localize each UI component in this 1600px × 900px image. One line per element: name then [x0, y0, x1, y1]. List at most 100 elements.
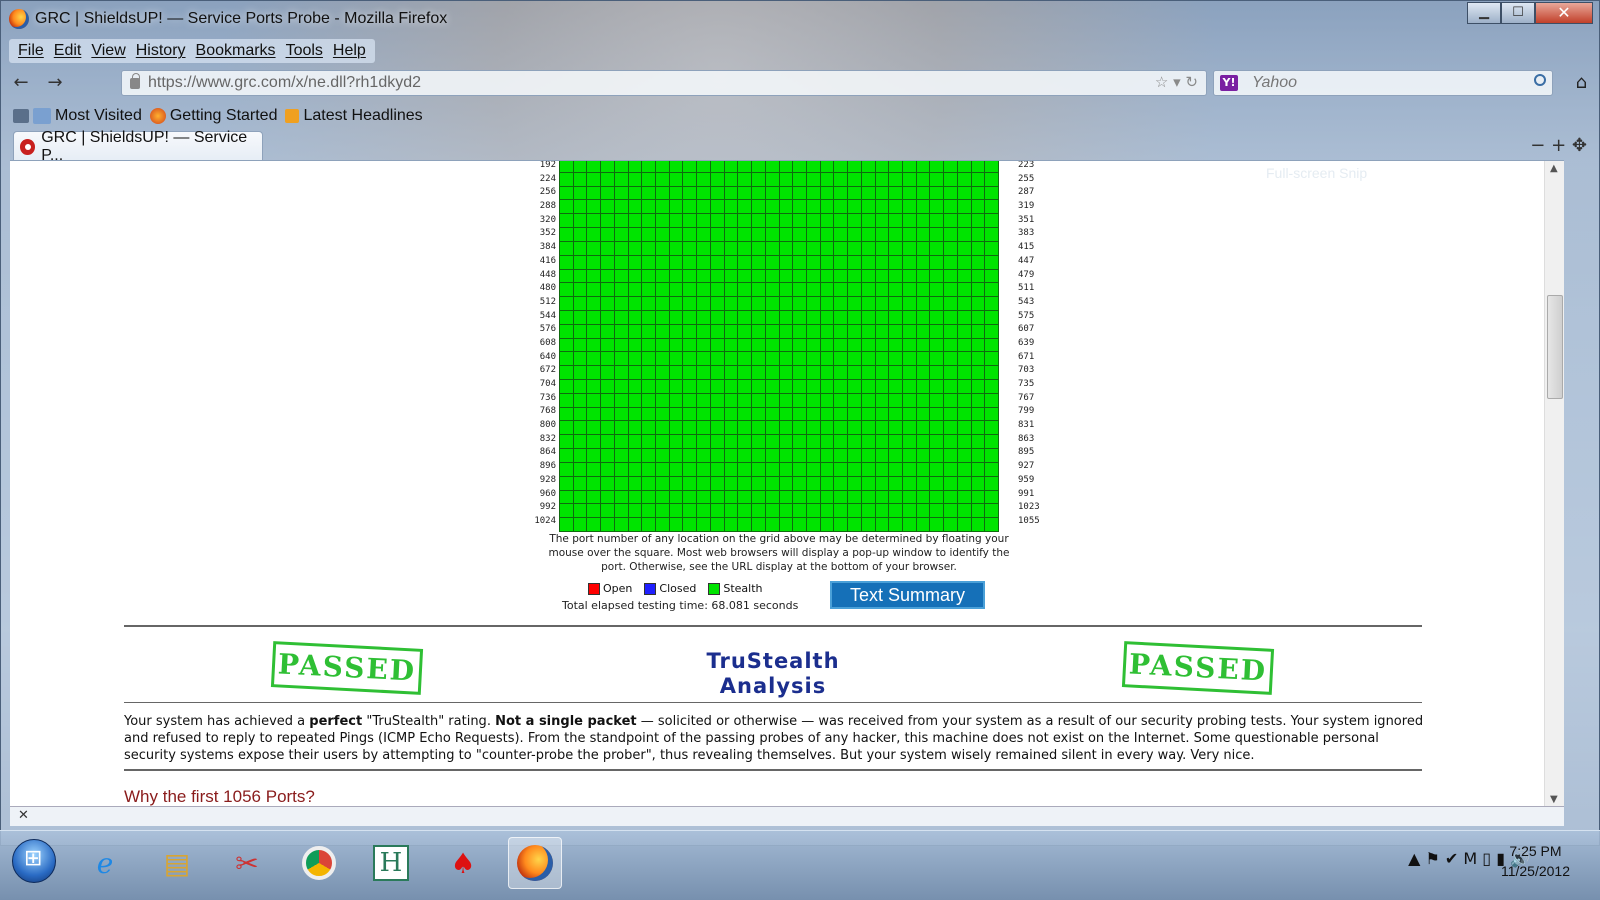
port-cell-stealth[interactable]: [683, 504, 697, 518]
port-cell-stealth[interactable]: [683, 228, 697, 241]
port-cell-stealth[interactable]: [724, 172, 738, 186]
port-cell-stealth[interactable]: [642, 366, 656, 379]
port-cell-stealth[interactable]: [916, 518, 930, 531]
port-cell-stealth[interactable]: [683, 269, 697, 283]
port-cell-stealth[interactable]: [861, 490, 875, 504]
port-cell-stealth[interactable]: [985, 324, 998, 338]
port-cell-stealth[interactable]: [697, 338, 710, 352]
port-cell-stealth[interactable]: [601, 186, 614, 200]
port-cell-stealth[interactable]: [601, 161, 614, 172]
port-cell-stealth[interactable]: [779, 241, 793, 255]
port-cell-stealth[interactable]: [587, 352, 601, 366]
port-cell-stealth[interactable]: [875, 518, 889, 531]
port-cell-stealth[interactable]: [861, 172, 875, 186]
port-cell-stealth[interactable]: [642, 241, 656, 255]
port-cell-stealth[interactable]: [710, 421, 724, 435]
port-cell-stealth[interactable]: [683, 393, 697, 407]
port-cell-stealth[interactable]: [916, 255, 930, 269]
port-cell-stealth[interactable]: [861, 310, 875, 324]
port-cell-stealth[interactable]: [587, 228, 601, 241]
port-cell-stealth[interactable]: [697, 283, 710, 297]
port-cell-stealth[interactable]: [779, 476, 793, 490]
port-cell-stealth[interactable]: [614, 421, 628, 435]
port-cell-stealth[interactable]: [902, 186, 916, 200]
port-cell-stealth[interactable]: [793, 421, 806, 435]
port-cell-stealth[interactable]: [820, 310, 834, 324]
port-cell-stealth[interactable]: [738, 449, 752, 462]
port-cell-stealth[interactable]: [710, 186, 724, 200]
port-cell-stealth[interactable]: [614, 352, 628, 366]
port-cell-stealth[interactable]: [642, 161, 656, 172]
port-cell-stealth[interactable]: [628, 504, 642, 518]
port-cell-stealth[interactable]: [710, 490, 724, 504]
port-cell-stealth[interactable]: [573, 310, 587, 324]
port-cell-stealth[interactable]: [902, 421, 916, 435]
port-cell-stealth[interactable]: [724, 269, 738, 283]
port-cell-stealth[interactable]: [985, 186, 998, 200]
port-cell-stealth[interactable]: [944, 393, 957, 407]
port-cell-stealth[interactable]: [642, 449, 656, 462]
port-cell-stealth[interactable]: [971, 186, 985, 200]
port-cell-stealth[interactable]: [779, 352, 793, 366]
port-cell-stealth[interactable]: [683, 338, 697, 352]
port-cell-stealth[interactable]: [683, 283, 697, 297]
port-cell-stealth[interactable]: [957, 504, 971, 518]
port-cell-stealth[interactable]: [587, 255, 601, 269]
port-cell-stealth[interactable]: [834, 297, 848, 310]
port-cell-stealth[interactable]: [738, 380, 752, 393]
port-cell-stealth[interactable]: [765, 228, 779, 241]
port-cell-stealth[interactable]: [683, 352, 697, 366]
port-cell-stealth[interactable]: [861, 255, 875, 269]
port-cell-stealth[interactable]: [916, 366, 930, 379]
port-cell-stealth[interactable]: [806, 449, 820, 462]
port-cell-stealth[interactable]: [971, 241, 985, 255]
port-cell-stealth[interactable]: [957, 324, 971, 338]
port-cell-stealth[interactable]: [656, 393, 669, 407]
port-cell-stealth[interactable]: [601, 504, 614, 518]
port-cell-stealth[interactable]: [614, 366, 628, 379]
port-cell-stealth[interactable]: [752, 352, 765, 366]
port-cell-stealth[interactable]: [944, 338, 957, 352]
port-cell-stealth[interactable]: [834, 283, 848, 297]
port-cell-stealth[interactable]: [765, 490, 779, 504]
port-cell-stealth[interactable]: [875, 476, 889, 490]
port-cell-stealth[interactable]: [738, 393, 752, 407]
port-cell-stealth[interactable]: [902, 462, 916, 476]
port-cell-stealth[interactable]: [614, 297, 628, 310]
port-cell-stealth[interactable]: [902, 214, 916, 228]
port-cell-stealth[interactable]: [889, 161, 902, 172]
port-cell-stealth[interactable]: [642, 255, 656, 269]
port-cell-stealth[interactable]: [642, 338, 656, 352]
port-cell-stealth[interactable]: [779, 324, 793, 338]
port-cell-stealth[interactable]: [752, 407, 765, 421]
port-cell-stealth[interactable]: [944, 269, 957, 283]
port-cell-stealth[interactable]: [971, 518, 985, 531]
port-cell-stealth[interactable]: [642, 172, 656, 186]
port-cell-stealth[interactable]: [642, 324, 656, 338]
port-cell-stealth[interactable]: [601, 476, 614, 490]
port-cell-stealth[interactable]: [628, 421, 642, 435]
port-cell-stealth[interactable]: [902, 338, 916, 352]
port-cell-stealth[interactable]: [957, 228, 971, 241]
port-cell-stealth[interactable]: [779, 407, 793, 421]
port-cell-stealth[interactable]: [587, 435, 601, 449]
port-cell-stealth[interactable]: [765, 269, 779, 283]
port-cell-stealth[interactable]: [765, 476, 779, 490]
port-cell-stealth[interactable]: [806, 283, 820, 297]
port-cell-stealth[interactable]: [820, 172, 834, 186]
port-cell-stealth[interactable]: [656, 324, 669, 338]
port-cell-stealth[interactable]: [560, 269, 573, 283]
port-cell-stealth[interactable]: [752, 366, 765, 379]
url-bar[interactable]: https://www.grc.com/x/ne.dll?rh1dkyd2 ☆ …: [121, 70, 1207, 96]
port-cell-stealth[interactable]: [916, 449, 930, 462]
port-cell-stealth[interactable]: [889, 255, 902, 269]
port-cell-stealth[interactable]: [848, 504, 861, 518]
port-cell-stealth[interactable]: [628, 476, 642, 490]
port-cell-stealth[interactable]: [875, 421, 889, 435]
port-cell-stealth[interactable]: [752, 504, 765, 518]
port-cell-stealth[interactable]: [820, 324, 834, 338]
port-cell-stealth[interactable]: [560, 172, 573, 186]
port-cell-stealth[interactable]: [848, 407, 861, 421]
port-cell-stealth[interactable]: [601, 283, 614, 297]
port-cell-stealth[interactable]: [806, 214, 820, 228]
